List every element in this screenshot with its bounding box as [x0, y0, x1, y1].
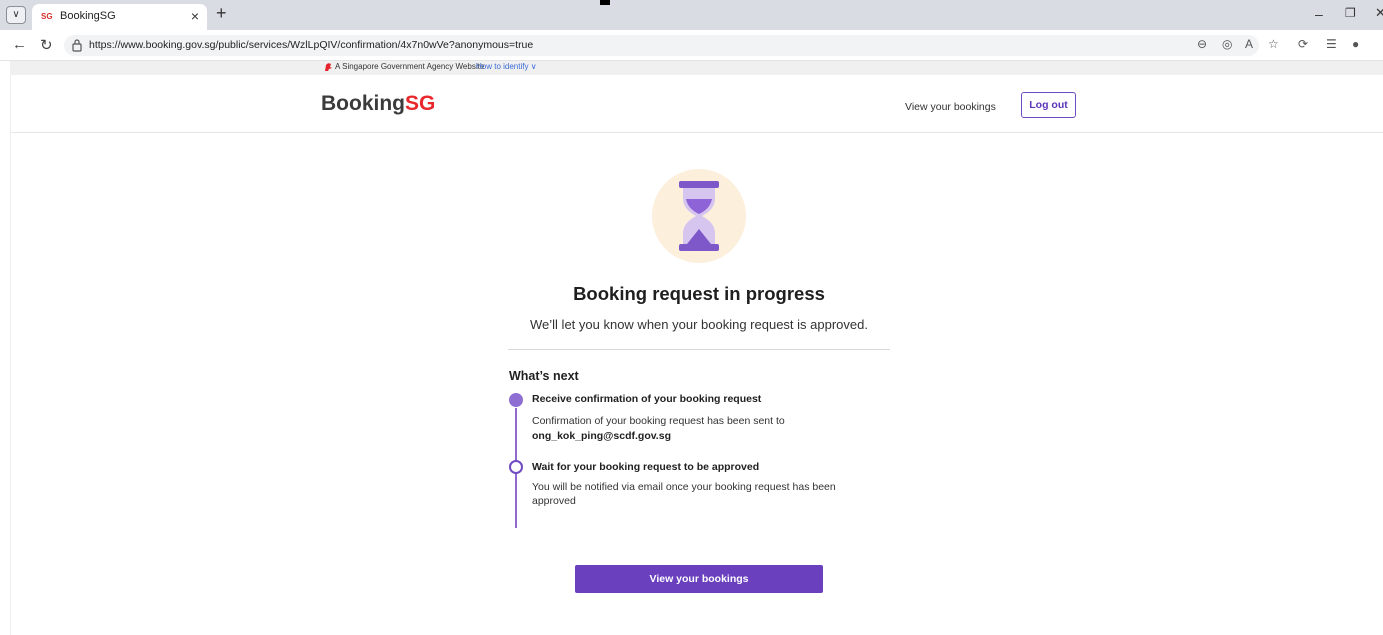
logo-main-text: Booking [321, 92, 405, 115]
step-1-description: Confirmation of your booking request has… [532, 415, 785, 427]
divider [508, 349, 890, 350]
page-subtitle: We’ll let you know when your booking req… [530, 317, 868, 332]
gov-banner-text: A Singapore Government Agency Website [335, 62, 485, 71]
view-bookings-button[interactable]: View your bookings [575, 565, 823, 593]
new-tab-button[interactable]: + [216, 3, 227, 24]
step-2-title: Wait for your booking request to be appr… [532, 461, 760, 473]
step-1-title: Receive confirmation of your booking req… [532, 393, 762, 405]
page-title: Booking request in progress [573, 283, 825, 304]
back-arrow-icon[interactable]: ← [12, 36, 27, 53]
window-minimize-button[interactable]: – [1315, 6, 1323, 22]
gov-banner: A Singapore Government Agency Website Ho… [10, 61, 1383, 75]
step-complete-dot-icon [509, 393, 523, 407]
read-aloud-icon[interactable]: A [1245, 37, 1253, 51]
address-bar[interactable]: https://www.booking.gov.sg/public/servic… [64, 35, 1259, 56]
browser-toolbar: ← ↻ https://www.booking.gov.sg/public/se… [0, 30, 1383, 61]
favorite-star-icon[interactable]: ☆ [1268, 37, 1279, 51]
browser-tab-bar: ∨ SG BookingSG × + – ❐ ✕ [0, 0, 1383, 30]
site-favicon-icon: SG [41, 12, 53, 21]
tab-close-icon[interactable]: × [191, 8, 199, 24]
logout-button[interactable]: Log out [1021, 92, 1076, 118]
tracking-prevention-icon[interactable]: ◎ [1222, 37, 1232, 51]
confirmation-email: ong_kok_ping@scdf.gov.sg [532, 430, 671, 442]
camera-notch [600, 0, 610, 5]
browser-tab[interactable]: SG BookingSG × [32, 4, 207, 30]
lion-head-icon [325, 63, 332, 71]
how-to-identify-link[interactable]: How to identify ∨ [476, 62, 537, 71]
step-pending-dot-icon [509, 460, 523, 474]
logo-accent-text: SG [405, 92, 436, 115]
nav-view-bookings-link[interactable]: View your bookings [905, 101, 996, 113]
window-close-button[interactable]: ✕ [1375, 5, 1383, 21]
favorites-list-icon[interactable]: ☰ [1326, 37, 1337, 51]
whats-next-heading: What’s next [509, 369, 579, 383]
tab-list-chevron-icon[interactable]: ∨ [6, 6, 26, 24]
url-text: https://www.booking.gov.sg/public/servic… [89, 39, 534, 51]
site-header: BookingSG View your bookings Log out [11, 75, 1383, 133]
window-restore-button[interactable]: ❐ [1345, 6, 1356, 20]
site-info-icon[interactable] [72, 38, 82, 52]
hourglass-icon [679, 181, 719, 251]
extensions-icon[interactable]: ⟳ [1298, 37, 1308, 51]
page-content: BookingSG View your bookings Log out Boo… [10, 75, 1383, 635]
step-2-description: You will be notified via email once your… [532, 481, 836, 507]
reload-icon[interactable]: ↻ [40, 36, 53, 54]
zoom-icon[interactable]: ⊖ [1197, 37, 1207, 51]
profile-avatar-icon[interactable]: ● [1352, 37, 1359, 51]
tab-title: BookingSG [60, 10, 116, 22]
bookingsg-logo[interactable]: BookingSG [321, 92, 435, 116]
